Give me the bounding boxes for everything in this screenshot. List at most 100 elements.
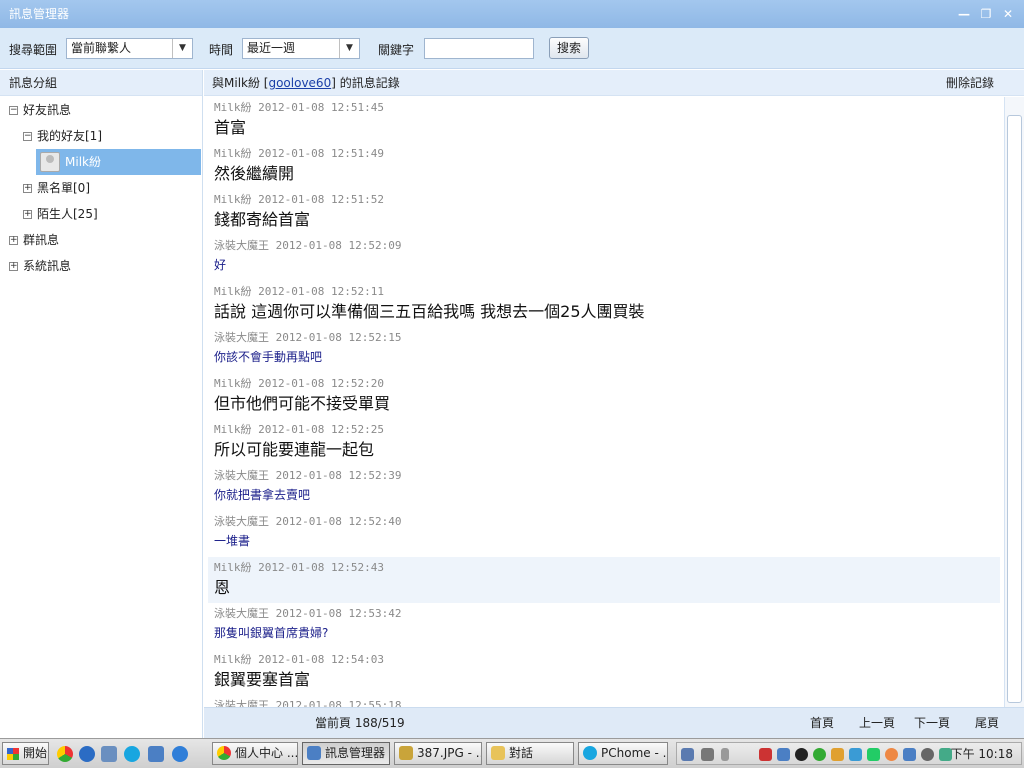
task-label: 387.JPG - ... (417, 746, 482, 760)
keyword-input[interactable] (424, 38, 534, 59)
tray-settings-icon[interactable] (701, 748, 714, 761)
minimize-icon[interactable]: — (956, 6, 972, 22)
start-button[interactable]: 開始 (2, 742, 49, 765)
title-bar: 訊息管理器 — ❐ ✕ (0, 0, 1024, 28)
media-player-icon[interactable] (79, 746, 95, 762)
tray-app-icon[interactable] (681, 748, 694, 761)
tree-node-label: 群訊息 (23, 233, 60, 247)
first-page-button[interactable]: 首頁 (810, 708, 834, 738)
conversation-header: 與Milk紛 [goolove60] 的訊息記錄 刪除記錄 (204, 70, 1024, 96)
clock: 下午 10:18 (950, 747, 1013, 761)
tree-node-label: 我的好友[1] (37, 129, 102, 143)
windows-logo-icon (7, 748, 19, 760)
expand-icon[interactable]: + (9, 235, 18, 245)
tray-app-icon[interactable] (885, 748, 898, 761)
tree-node-label: 好友訊息 (23, 103, 72, 117)
tree-node-contact[interactable]: Milk紛 (65, 149, 101, 175)
tree-node-label: 系統訊息 (23, 259, 72, 273)
message-meta: Milk紛 2012-01-08 12:51:45 (214, 101, 384, 114)
tray-app-icon[interactable] (759, 748, 772, 761)
chevron-down-icon[interactable]: ▼ (339, 39, 359, 58)
collapse-icon[interactable]: − (23, 131, 32, 141)
message-item: 泳裝大魔王 2012-01-08 12:55:18 (214, 699, 1000, 707)
search-button[interactable]: 搜索 (549, 37, 589, 59)
message-text: 那隻叫銀翼首席貴婦? (214, 626, 329, 640)
contact-id-link[interactable]: goolove60 (268, 76, 331, 90)
ie-icon[interactable] (172, 746, 188, 762)
prev-page-button[interactable]: 上一頁 (859, 708, 895, 738)
tray-divider-icon (721, 748, 729, 761)
chrome-icon (217, 746, 231, 760)
message-item: 泳裝大魔王 2012-01-08 12:52:39 你就把書拿去賣吧 (214, 469, 1000, 504)
tray-app-icon[interactable] (867, 748, 880, 761)
time-select[interactable]: 最近一週 ▼ (242, 38, 360, 59)
expand-icon[interactable]: + (23, 209, 32, 219)
taskbar: 開始 個人中心 ... 訊息管理器 387.JPG - ... 對話 PChom… (0, 738, 1024, 768)
message-meta: 泳裝大魔王 2012-01-08 12:52:15 (214, 331, 402, 344)
message-meta: Milk紛 2012-01-08 12:51:49 (214, 147, 384, 160)
tray-messenger-icon[interactable] (777, 748, 790, 761)
message-text: 首富 (214, 118, 247, 137)
time-value: 最近一週 (247, 41, 296, 55)
chevron-down-icon[interactable]: ▼ (172, 39, 192, 58)
message-meta: Milk紛 2012-01-08 12:51:52 (214, 193, 384, 206)
last-page-button[interactable]: 尾頁 (975, 708, 999, 738)
search-range-select[interactable]: 當前聯繫人 ▼ (66, 38, 193, 59)
image-viewer-icon (399, 746, 413, 760)
search-range-value: 當前聯繫人 (71, 41, 132, 55)
message-item: Milk紛 2012-01-08 12:52:25 所以可能要連龍一起包 (214, 423, 1000, 461)
task-button-pchome[interactable]: PChome - ... (578, 742, 668, 765)
tray-check-icon[interactable] (813, 748, 826, 761)
message-text: 話說 這週你可以準備個三五百給我嗎 我想去一個25人團買裝 (214, 302, 645, 321)
delete-records-button[interactable]: 刪除記錄 (946, 70, 994, 96)
task-button-personal-center[interactable]: 個人中心 ... (212, 742, 298, 765)
tree-node-group-messages[interactable]: + 群訊息 (9, 227, 59, 253)
task-button-message-manager[interactable]: 訊息管理器 (302, 742, 390, 765)
message-item: Milk紛 2012-01-08 12:51:45 首富 (214, 101, 1000, 139)
qq-icon[interactable] (795, 748, 808, 761)
collapse-icon[interactable]: − (9, 105, 18, 115)
tree-node-system-messages[interactable]: + 系統訊息 (9, 253, 71, 279)
chrome-icon[interactable] (57, 746, 73, 762)
task-button-conversation[interactable]: 對話 (486, 742, 574, 765)
message-meta: 泳裝大魔王 2012-01-08 12:55:18 (214, 699, 402, 707)
restore-icon[interactable]: ❐ (978, 6, 994, 22)
message-meta: 泳裝大魔王 2012-01-08 12:52:40 (214, 515, 402, 528)
message-panel: 與Milk紛 [goolove60] 的訊息記錄 刪除記錄 Milk紛 2012… (204, 70, 1024, 738)
app-icon[interactable] (101, 746, 117, 762)
message-meta: Milk紛 2012-01-08 12:52:25 (214, 423, 384, 436)
tray-app-icon[interactable] (921, 748, 934, 761)
tray-network-icon[interactable] (849, 748, 862, 761)
expand-icon[interactable]: + (9, 261, 18, 271)
time-label: 時間 (209, 43, 234, 57)
tree-node-my-friends[interactable]: − 我的好友[1] (23, 123, 102, 149)
search-bar: 搜尋範圍 當前聯繫人 ▼ 時間 最近一週 ▼ 關鍵字 搜索 (0, 28, 1024, 69)
message-text: 你該不會手動再點吧 (214, 350, 323, 364)
sidebar-header: 訊息分組 (0, 70, 202, 96)
task-button-image[interactable]: 387.JPG - ... (394, 742, 482, 765)
sidebar: 訊息分組 − 好友訊息 − 我的好友[1] Milk紛 + 黑名單[0] + 陌… (0, 70, 203, 738)
tree-node-strangers[interactable]: + 陌生人[25] (23, 201, 98, 227)
tree-node-friend-messages[interactable]: − 好友訊息 (9, 97, 71, 123)
message-item: Milk紛 2012-01-08 12:51:52 錢都寄給首富 (214, 193, 1000, 231)
message-text: 錢都寄給首富 (214, 210, 311, 229)
close-icon[interactable]: ✕ (1000, 6, 1016, 22)
message-meta: 泳裝大魔王 2012-01-08 12:52:09 (214, 239, 402, 252)
message-meta: Milk紛 2012-01-08 12:52:20 (214, 377, 384, 390)
message-text: 但市他們可能不接受單買 (214, 394, 391, 413)
tree-node-blacklist[interactable]: + 黑名單[0] (23, 175, 90, 201)
message-item: 泳裝大魔王 2012-01-08 12:52:09 好 (214, 239, 1000, 274)
next-page-button[interactable]: 下一頁 (914, 708, 950, 738)
keyword-label: 關鍵字 (378, 43, 415, 57)
task-label: PChome - ... (601, 746, 668, 760)
expand-icon[interactable]: + (23, 183, 32, 193)
scrollbar-thumb[interactable] (1007, 115, 1022, 703)
messenger-icon[interactable] (148, 746, 164, 762)
message-text: 一堆書 (214, 534, 251, 548)
tray-messenger-icon[interactable] (903, 748, 916, 761)
message-text: 所以可能要連龍一起包 (214, 440, 375, 459)
skype-icon[interactable] (124, 746, 140, 762)
tray-app-icon[interactable] (831, 748, 844, 761)
vertical-scrollbar[interactable] (1004, 97, 1024, 707)
task-label: 對話 (509, 746, 534, 760)
